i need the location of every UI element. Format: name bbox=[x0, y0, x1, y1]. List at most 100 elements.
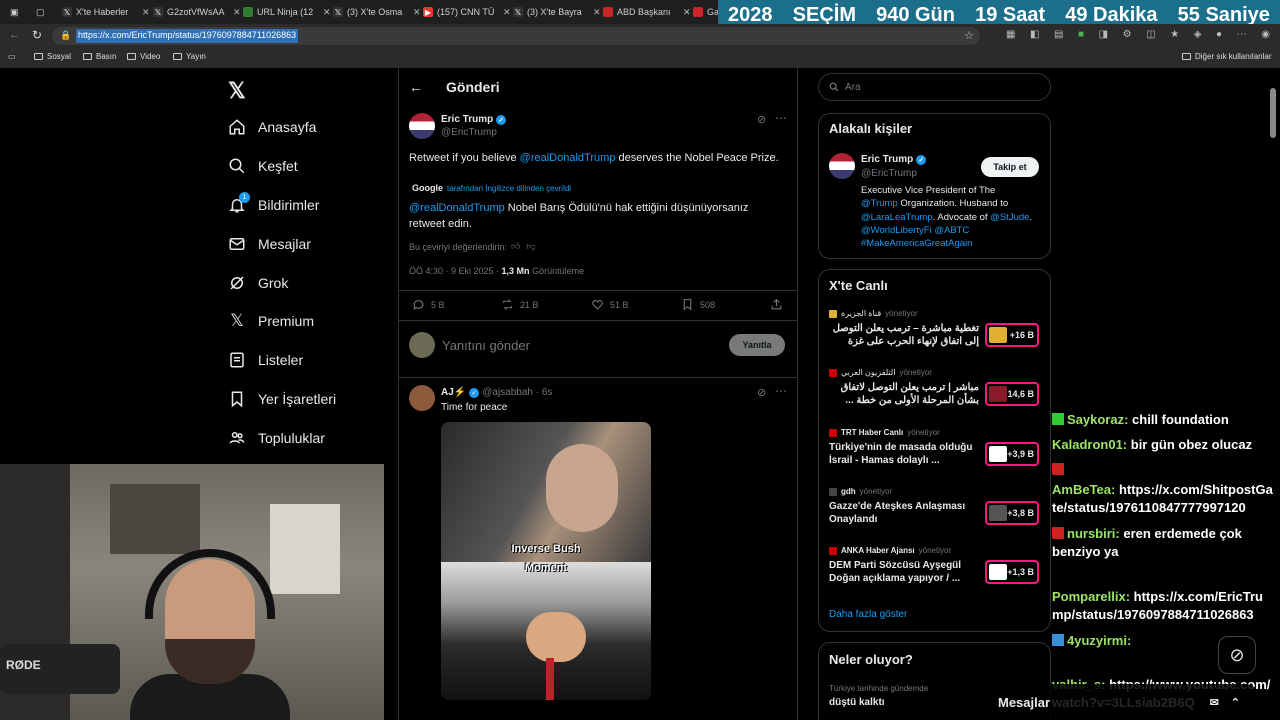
url-text[interactable]: https://x.com/EricTrump/status/197609788… bbox=[76, 29, 299, 43]
scrollbar-thumb[interactable] bbox=[1270, 88, 1276, 138]
grok-float-button[interactable]: ⊘ bbox=[1218, 636, 1256, 674]
related-name[interactable]: Eric Trump ✓ bbox=[861, 154, 927, 165]
nav-lists[interactable]: Listeler bbox=[228, 346, 303, 374]
grok-icon[interactable]: ⊘ bbox=[757, 386, 766, 399]
translated-text: @realDonaldTrump Nobel Barış Ödülü'nü ha… bbox=[409, 202, 749, 230]
extension-icon[interactable]: ▤ bbox=[1054, 29, 1063, 43]
bookmark-button[interactable]: 508 bbox=[681, 298, 715, 311]
tab-1[interactable]: 𝕏 G2zotVfWsAA ✕ bbox=[153, 3, 241, 21]
live-item[interactable]: ANKA Haber Ajansı yönetiyor DEM Parti Söz… bbox=[829, 546, 1039, 594]
browser-toolbar-icons: ▦ ◧ ▤ ■ ◨ ⚙ ◫ ★ ◈ ● ⋯ ◉ bbox=[996, 29, 1280, 43]
lock-icon[interactable]: 🔒 bbox=[60, 30, 71, 41]
thumbs-up-icon[interactable]: 👍︎ bbox=[511, 241, 520, 252]
ninja-icon bbox=[243, 7, 253, 17]
copilot-icon[interactable]: ◉ bbox=[1261, 29, 1270, 43]
nav-notifications[interactable]: 1 Bildirimler bbox=[228, 191, 319, 219]
show-more-link[interactable]: Daha fazla göster bbox=[829, 609, 907, 620]
close-icon[interactable]: ✕ bbox=[503, 7, 511, 18]
tab-0[interactable]: 𝕏 X'te Haberler ✕ bbox=[62, 3, 150, 21]
bookmark-icon bbox=[228, 390, 246, 408]
nav-explore[interactable]: Keşfet bbox=[228, 152, 298, 180]
live-item[interactable]: gdh yönetiyor Gazze'de Ateşkes Anlaşması … bbox=[829, 487, 1039, 535]
bookmark-folder[interactable]: Sosyal bbox=[34, 52, 71, 61]
search-icon bbox=[228, 157, 246, 175]
like-button[interactable]: 51 B bbox=[591, 298, 629, 311]
tab-7[interactable]: Ga bbox=[693, 3, 721, 21]
close-icon[interactable]: ✕ bbox=[413, 7, 421, 18]
nav-premium[interactable]: 𝕏 Premium bbox=[228, 307, 314, 335]
extension-icon[interactable]: ◨ bbox=[1099, 29, 1108, 43]
close-icon[interactable]: ✕ bbox=[593, 7, 601, 18]
share-button[interactable] bbox=[770, 298, 789, 311]
live-item[interactable]: التلفزيون العربي yönetiyor مباشر | ترمب ي… bbox=[829, 368, 1039, 416]
tab-actions-icon[interactable]: ▢ bbox=[36, 3, 45, 21]
chat-message bbox=[1052, 462, 1274, 476]
split-screen-icon[interactable]: ◫ bbox=[1146, 29, 1155, 43]
reply-button[interactable]: 5 B bbox=[412, 298, 445, 311]
other-bookmarks[interactable]: Diğer sık kullanılanlar bbox=[1182, 52, 1271, 61]
new-message-icon[interactable]: ✉ bbox=[1210, 696, 1219, 709]
extension-icon[interactable]: ▦ bbox=[1006, 29, 1015, 43]
avatar[interactable] bbox=[409, 385, 435, 411]
mention-link[interactable]: @realDonaldTrump bbox=[520, 152, 616, 164]
expand-icon[interactable]: ⌃ bbox=[1231, 696, 1240, 709]
tab-5[interactable]: 𝕏 (3) X'te Bayra ✕ bbox=[513, 3, 601, 21]
heart-icon bbox=[592, 300, 603, 310]
reload-icon[interactable]: ↻ bbox=[32, 28, 42, 42]
shield-icon[interactable]: ◈ bbox=[1194, 29, 1202, 43]
favorite-star-icon[interactable]: ☆ bbox=[964, 29, 974, 42]
live-item[interactable]: TRT Haber Canlı yönetiyor Türkiye'nin de … bbox=[829, 428, 1039, 476]
chat-message: AmBeTea: https://x.com/ShitpostGate/stat… bbox=[1052, 482, 1273, 515]
favorites-icon[interactable]: ★ bbox=[1170, 29, 1179, 43]
bookmark-folder[interactable]: Basın bbox=[83, 52, 116, 61]
avatar[interactable]: ● bbox=[1216, 29, 1222, 43]
reply-input[interactable]: Yanıtını gönder bbox=[442, 338, 530, 353]
bookmark-folder[interactable]: Yayın bbox=[173, 52, 206, 61]
related-title: Alakalı kişiler bbox=[829, 121, 913, 136]
tab-2[interactable]: URL Ninja (12 ✕ bbox=[243, 3, 331, 21]
follow-button[interactable]: Takip et bbox=[981, 157, 1039, 177]
nav-grok[interactable]: Grok bbox=[228, 269, 288, 297]
post-handle[interactable]: @EricTrump bbox=[441, 127, 497, 138]
close-icon[interactable]: ✕ bbox=[683, 7, 691, 18]
more-icon[interactable]: ⋯ bbox=[1237, 29, 1247, 43]
mention-link[interactable]: @realDonaldTrump bbox=[409, 202, 505, 214]
happening-title: Neler oluyor? bbox=[829, 652, 913, 667]
reply-author[interactable]: AJ⚡ ✓ @ajsabbah · 6s bbox=[441, 387, 552, 398]
post-author[interactable]: Eric Trump ✓ bbox=[441, 114, 507, 125]
avatar[interactable] bbox=[409, 332, 435, 358]
x-logo-icon[interactable]: 𝕏 bbox=[228, 78, 246, 104]
tab-6[interactable]: ABD Başkanı ✕ bbox=[603, 3, 691, 21]
browser-sidebar-icon[interactable]: ▣ bbox=[10, 3, 19, 21]
bookmark-folder[interactable]: Video bbox=[127, 52, 160, 61]
extension-icon[interactable]: ◧ bbox=[1030, 29, 1039, 43]
meme-image[interactable]: Inverse Bush Moment bbox=[441, 422, 651, 700]
close-icon[interactable]: ✕ bbox=[323, 7, 331, 18]
live-item[interactable]: قناة الجزيرة yönetiyor تغطية مباشرة – ترم… bbox=[829, 309, 1039, 357]
avatar[interactable] bbox=[829, 153, 855, 179]
close-icon[interactable]: ✕ bbox=[142, 7, 150, 18]
messages-drawer[interactable]: Mesajlar ✉ ⌃ bbox=[988, 684, 1258, 720]
tab-3[interactable]: 𝕏 (3) X'te Osma ✕ bbox=[333, 3, 421, 21]
reply-submit-button[interactable]: Yanıtla bbox=[729, 334, 785, 356]
retweet-button[interactable]: 21 B bbox=[501, 298, 539, 311]
puzzle-icon[interactable]: ⚙ bbox=[1123, 29, 1132, 43]
extension-icon[interactable]: ■ bbox=[1078, 29, 1084, 43]
nav-home[interactable]: Anasayfa bbox=[228, 113, 316, 141]
nav-bookmarks[interactable]: Yer İşaretleri bbox=[228, 385, 336, 413]
tab-4[interactable]: ▶ (157) CNN TÜ ✕ bbox=[423, 3, 511, 21]
grok-icon[interactable]: ⊘ bbox=[757, 113, 766, 126]
back-icon[interactable]: ← bbox=[9, 29, 20, 41]
nav-messages[interactable]: Mesajlar bbox=[228, 230, 311, 258]
live-listener-count: +14,6 B bbox=[985, 382, 1039, 406]
reading-list-icon[interactable]: ▭ bbox=[8, 52, 16, 61]
thumbs-down-icon[interactable]: 👎︎ bbox=[526, 241, 535, 252]
search-input[interactable]: Ara bbox=[818, 73, 1051, 101]
avatar[interactable] bbox=[409, 113, 435, 139]
nav-communities[interactable]: Topluluklar bbox=[228, 424, 325, 452]
back-arrow-icon[interactable]: ← bbox=[409, 79, 423, 95]
more-icon[interactable]: ⋯ bbox=[775, 384, 787, 398]
close-icon[interactable]: ✕ bbox=[233, 7, 241, 18]
more-icon[interactable]: ⋯ bbox=[775, 111, 787, 125]
trend-topic[interactable]: düştü kalktı bbox=[829, 697, 885, 708]
